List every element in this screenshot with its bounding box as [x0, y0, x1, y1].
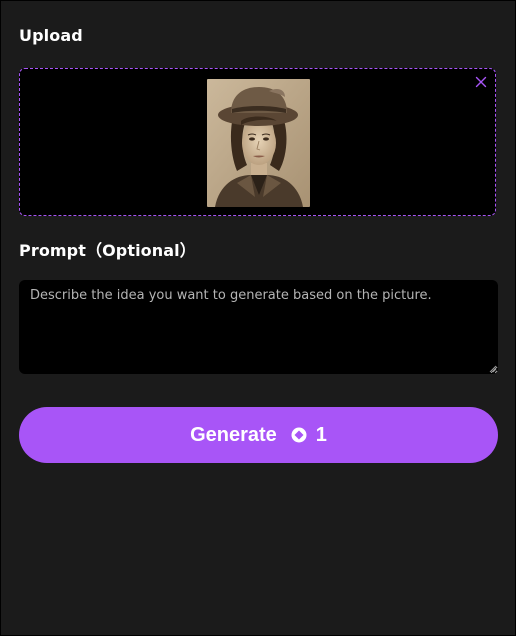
credit-cost-value: 1 — [315, 423, 327, 446]
upload-panel: Upload Prompt（Optional） Describe the ide… — [0, 0, 516, 636]
generate-button-label: Generate — [190, 423, 277, 446]
uploaded-image-thumbnail — [207, 79, 310, 207]
close-icon[interactable] — [474, 75, 488, 89]
prompt-label: Prompt（Optional） — [19, 241, 196, 260]
upload-label: Upload — [19, 26, 83, 45]
upload-dropzone[interactable] — [19, 68, 496, 216]
prompt-textarea[interactable] — [19, 280, 498, 374]
generate-button[interactable]: Generate 1 — [19, 407, 498, 463]
credit-cost: 1 — [291, 424, 327, 447]
credit-coin-icon — [291, 427, 307, 443]
